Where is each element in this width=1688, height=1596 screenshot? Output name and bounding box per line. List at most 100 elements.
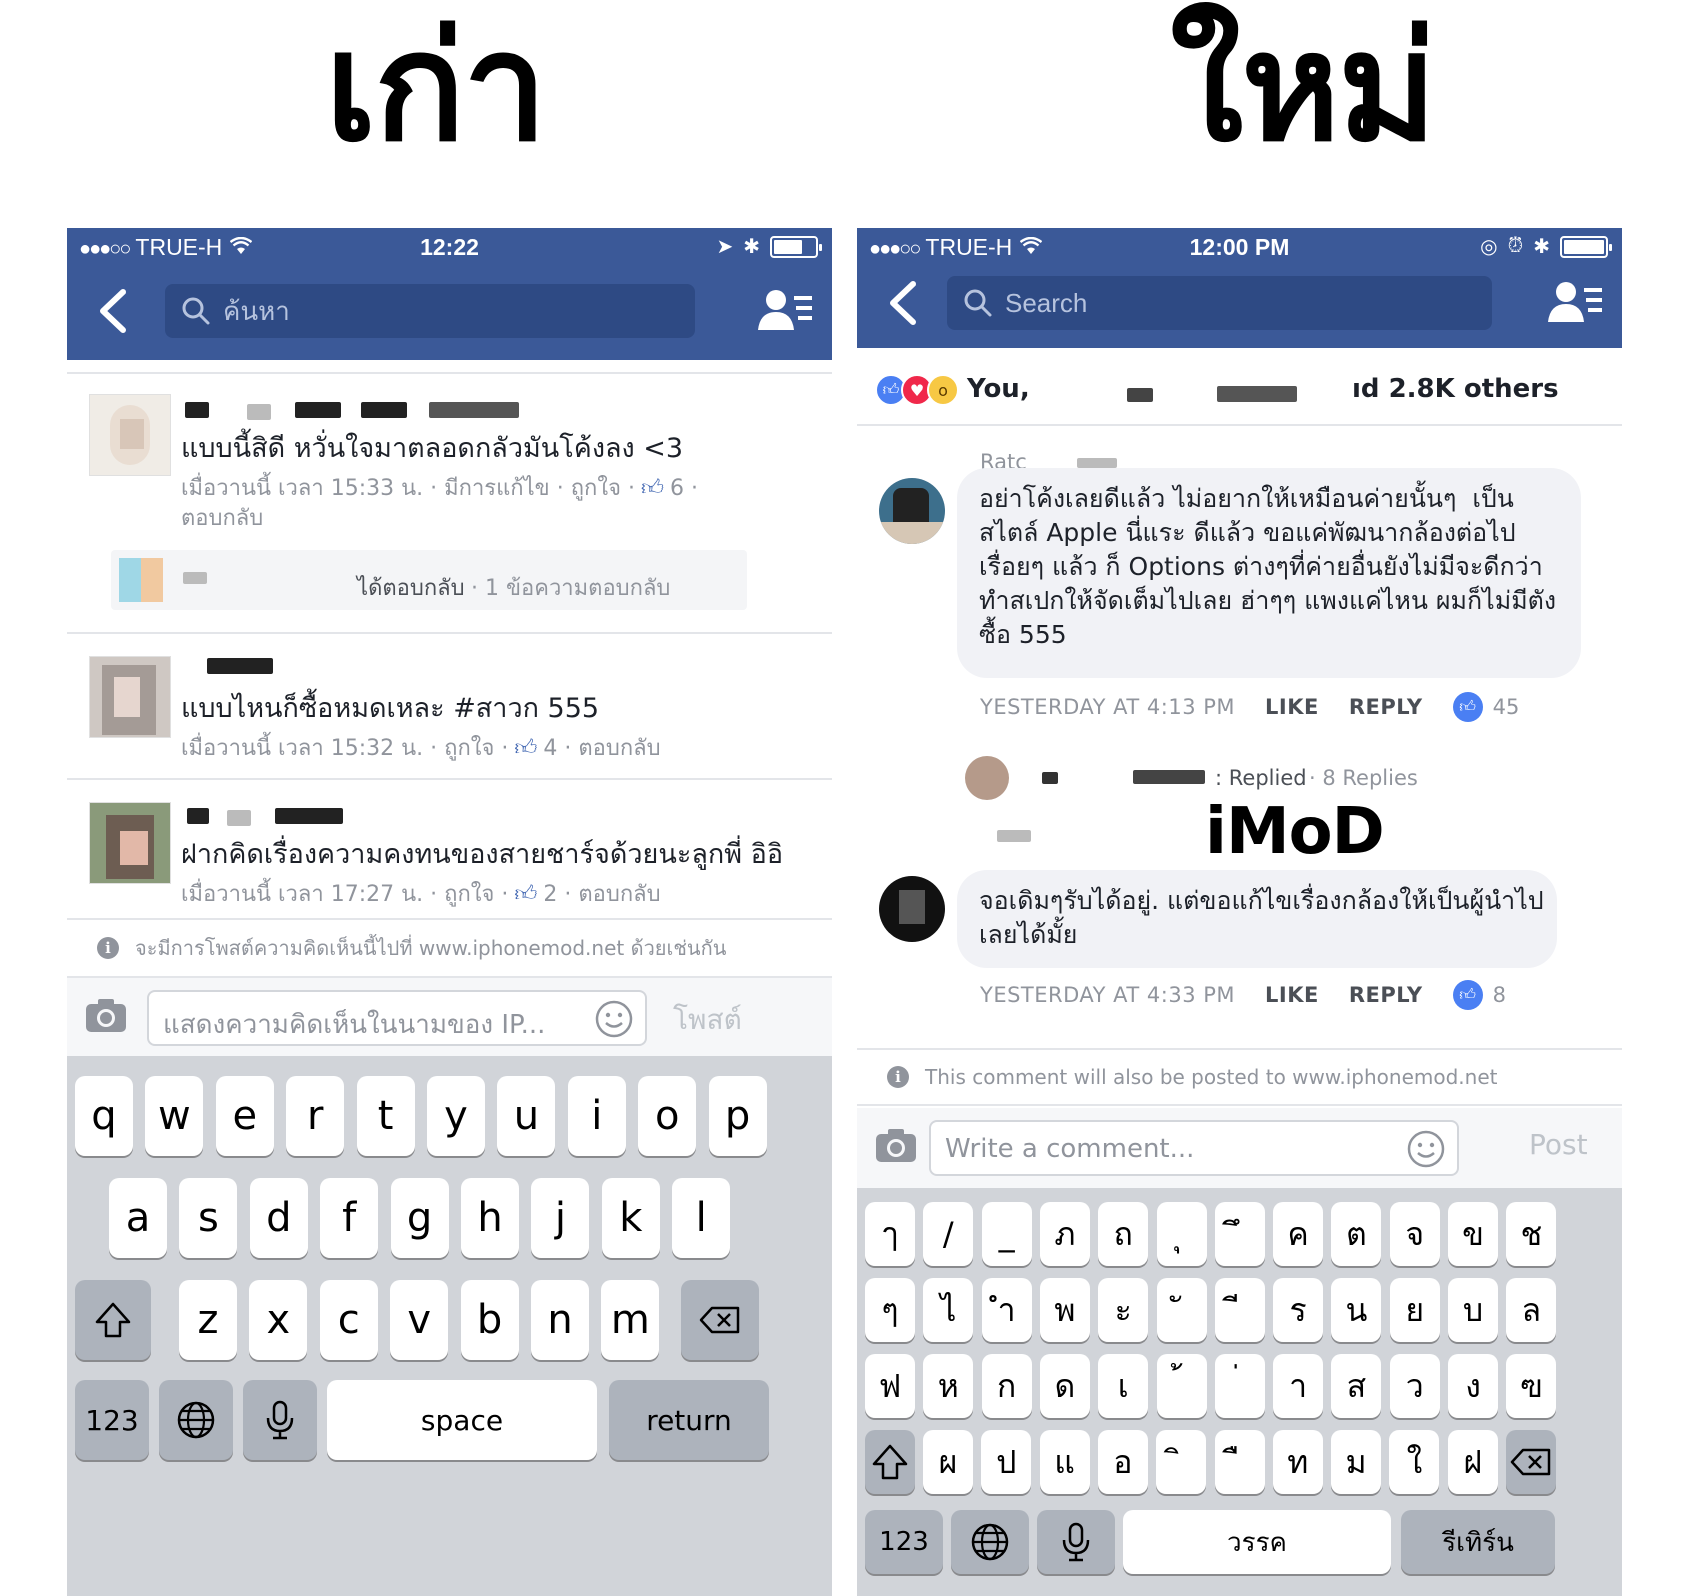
key-g[interactable]: g (390, 1178, 449, 1258)
key-thai[interactable]: ข (1448, 1202, 1498, 1266)
space-key[interactable]: space (327, 1380, 597, 1460)
reply-link[interactable]: · ตอบกลับ (564, 882, 660, 907)
key-thai[interactable]: ื (1214, 1430, 1265, 1494)
key-thai[interactable]: ฝ (1447, 1430, 1498, 1494)
post-button[interactable]: โพสต์ (673, 998, 742, 1042)
reply-button[interactable]: REPLY (1349, 983, 1423, 1007)
emoji-icon[interactable] (1407, 1130, 1445, 1168)
key-thai[interactable]: ฃ (1506, 1354, 1557, 1418)
delete-key[interactable] (1506, 1430, 1556, 1494)
key-thai[interactable]: ผ (923, 1430, 973, 1494)
key-thai[interactable]: ม (1331, 1430, 1382, 1494)
reactions-summary[interactable]: 👍︎ ♥ o You, ıd 2.8K others (857, 356, 1622, 426)
key-thai[interactable]: ด (1039, 1354, 1090, 1418)
search-input[interactable]: ค้นหา (165, 284, 695, 338)
key-n[interactable]: n (531, 1280, 589, 1360)
key-r[interactable]: r (286, 1076, 345, 1156)
key-thai[interactable]: ร (1273, 1278, 1324, 1342)
key-p[interactable]: p (708, 1076, 767, 1156)
like-button[interactable]: LIKE (1265, 983, 1319, 1007)
key-m[interactable]: m (601, 1280, 660, 1360)
key-a[interactable]: a (109, 1178, 167, 1258)
key-x[interactable]: x (249, 1280, 308, 1360)
dictation-key[interactable] (1037, 1510, 1115, 1574)
key-thai[interactable]: ต (1331, 1202, 1382, 1266)
camera-icon[interactable] (85, 998, 127, 1034)
key-thai[interactable]: ง (1448, 1354, 1498, 1418)
key-thai[interactable]: ค (1273, 1202, 1324, 1266)
search-input[interactable]: Search (947, 276, 1492, 330)
key-thai[interactable]: ป (981, 1430, 1032, 1494)
reply-link[interactable]: · ตอบกลับ (564, 736, 660, 761)
key-thai[interactable]: ท (1272, 1430, 1323, 1494)
globe-key[interactable] (951, 1510, 1029, 1574)
key-thai[interactable]: ว (1389, 1354, 1440, 1418)
key-thai[interactable]: เ (1098, 1354, 1149, 1418)
key-thai[interactable]: ้ (1156, 1354, 1207, 1418)
key-d[interactable]: d (249, 1178, 308, 1258)
key-thai[interactable]: _ (981, 1202, 1032, 1266)
key-thai[interactable]: น (1331, 1278, 1382, 1342)
key-q[interactable]: q (75, 1076, 133, 1156)
key-s[interactable]: s (179, 1178, 238, 1258)
key-thai[interactable]: ย (1389, 1278, 1440, 1342)
key-c[interactable]: c (319, 1280, 378, 1360)
key-thai[interactable]: ๅ (865, 1202, 915, 1266)
post-button[interactable]: Post (1529, 1128, 1588, 1161)
comment-input[interactable]: แสดงความคิดเห็นในนามของ IP... (147, 990, 647, 1046)
key-thai[interactable]: ะ (1098, 1278, 1149, 1342)
back-button[interactable] (93, 286, 133, 336)
key-thai[interactable]: า (1273, 1354, 1324, 1418)
key-thai[interactable]: ำ (981, 1278, 1032, 1342)
key-thai[interactable]: บ (1448, 1278, 1498, 1342)
key-thai[interactable]: ่ (1214, 1354, 1265, 1418)
key-f[interactable]: f (320, 1178, 379, 1258)
return-key[interactable]: รีเทิร์น (1401, 1510, 1555, 1574)
key-thai[interactable]: ฟ (865, 1354, 915, 1418)
key-o[interactable]: o (638, 1076, 697, 1156)
key-thai[interactable]: ส (1331, 1354, 1382, 1418)
key-thai[interactable]: จ (1389, 1202, 1440, 1266)
shift-key[interactable] (865, 1430, 915, 1494)
key-thai[interactable]: ๆ (865, 1278, 915, 1342)
key-thai[interactable]: ิ (1156, 1430, 1207, 1494)
key-thai[interactable]: ไ (923, 1278, 974, 1342)
key-thai[interactable]: ห (923, 1354, 974, 1418)
key-thai[interactable]: ใ (1389, 1430, 1440, 1494)
key-w[interactable]: w (145, 1076, 204, 1156)
friends-list-button[interactable] (1548, 278, 1602, 328)
delete-key[interactable] (681, 1280, 759, 1360)
key-thai[interactable]: ั (1156, 1278, 1207, 1342)
key-t[interactable]: t (356, 1076, 415, 1156)
key-k[interactable]: k (601, 1178, 660, 1258)
dictation-key[interactable] (243, 1380, 317, 1460)
key-thai[interactable]: ึ (1214, 1202, 1265, 1266)
key-thai[interactable]: ี (1214, 1278, 1265, 1342)
key-thai[interactable]: ุ (1156, 1202, 1207, 1266)
back-button[interactable] (883, 278, 923, 328)
globe-key[interactable] (159, 1380, 233, 1460)
reply-count[interactable]: · 8 Replies (1309, 766, 1418, 790)
key-y[interactable]: y (427, 1076, 485, 1156)
shift-key[interactable] (75, 1280, 151, 1360)
key-z[interactable]: z (179, 1280, 237, 1360)
key-thai[interactable]: ก (981, 1354, 1032, 1418)
friends-list-button[interactable] (758, 286, 812, 336)
key-thai[interactable]: อ (1097, 1430, 1148, 1494)
space-key[interactable]: วรรค (1123, 1510, 1391, 1574)
emoji-icon[interactable] (595, 1000, 633, 1038)
key-thai[interactable]: ล (1506, 1278, 1557, 1342)
key-i[interactable]: i (567, 1076, 626, 1156)
key-l[interactable]: l (672, 1178, 731, 1258)
key-thai[interactable]: / (923, 1202, 974, 1266)
camera-icon[interactable] (875, 1128, 917, 1164)
key-u[interactable]: u (497, 1076, 556, 1156)
return-key[interactable]: return (609, 1380, 769, 1460)
key-v[interactable]: v (390, 1280, 449, 1360)
numbers-key[interactable]: 123 (75, 1380, 149, 1460)
key-thai[interactable]: แ (1039, 1430, 1090, 1494)
like-button[interactable]: LIKE (1265, 695, 1319, 719)
key-thai[interactable]: ภ (1039, 1202, 1090, 1266)
key-thai[interactable]: พ (1039, 1278, 1090, 1342)
key-h[interactable]: h (461, 1178, 519, 1258)
